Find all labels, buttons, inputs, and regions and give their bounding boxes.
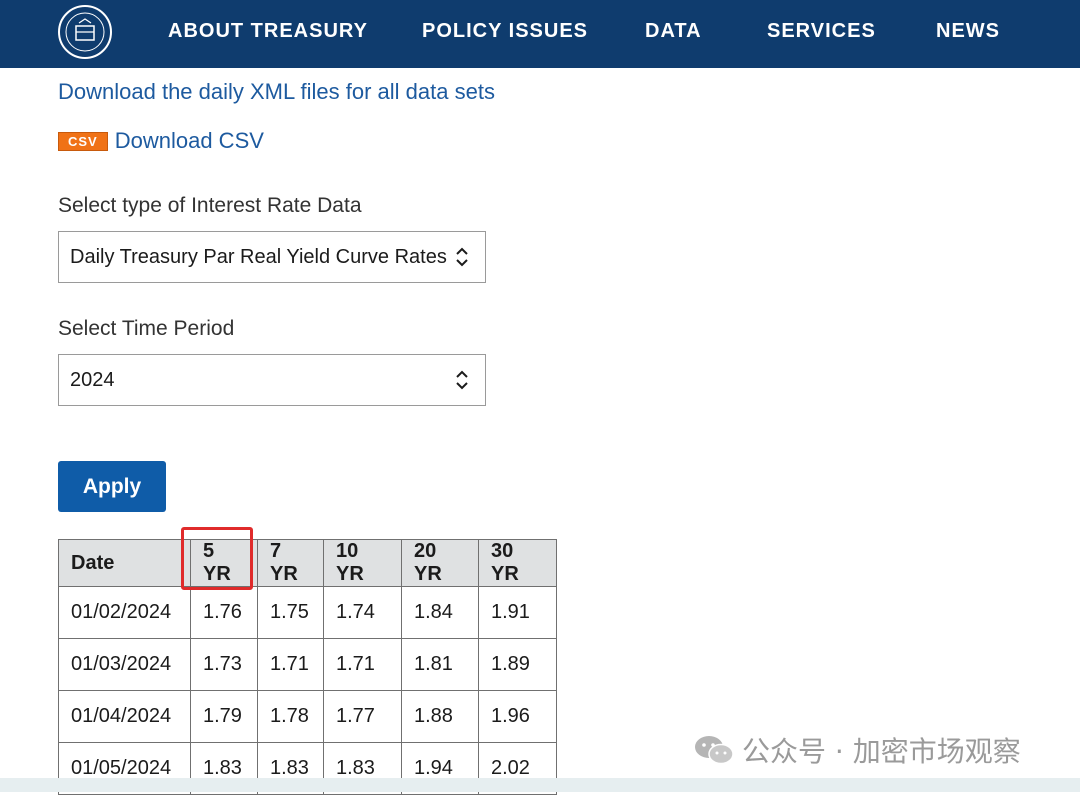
wechat-icon xyxy=(695,736,734,765)
cell-5yr: 1.79 xyxy=(190,690,258,743)
cell-30yr: 1.96 xyxy=(478,690,557,743)
csv-icon[interactable]: CSV xyxy=(58,131,108,151)
table-row: 01/03/2024 1.73 1.71 1.71 1.81 1.89 xyxy=(58,638,557,691)
cell-10yr: 1.77 xyxy=(323,690,402,743)
watermark: 公众号 · 加密市场观察 xyxy=(694,730,1021,770)
cell-7yr: 1.78 xyxy=(257,690,324,743)
nav-about-treasury[interactable]: ABOUT TREASURY xyxy=(168,20,368,43)
cell-5yr: 1.76 xyxy=(190,586,258,639)
download-xml-link[interactable]: Download the daily XML files for all dat… xyxy=(58,79,495,105)
cell-7yr: 1.71 xyxy=(257,638,324,691)
nav-data[interactable]: DATA xyxy=(645,20,702,43)
watermark-text: 公众号 · 加密市场观察 xyxy=(742,735,1021,768)
nav-news[interactable]: NEWS xyxy=(936,20,1000,43)
table-header-row: Date 5 YR 7 YR 10 YR 20 YR 30 YR xyxy=(58,539,557,587)
rate-type-label: Select type of Interest Rate Data xyxy=(58,194,362,217)
nav-services[interactable]: SERVICES xyxy=(767,20,876,43)
header-5yr[interactable]: 5 YR xyxy=(190,539,258,587)
up-down-chevron-icon xyxy=(456,247,468,267)
rate-type-select[interactable]: Daily Treasury Par Real Yield Curve Rate… xyxy=(58,231,486,283)
cell-date: 01/04/2024 xyxy=(58,690,191,743)
cell-7yr: 1.75 xyxy=(257,586,324,639)
table-row: 01/04/2024 1.79 1.78 1.77 1.88 1.96 xyxy=(58,690,557,743)
up-down-chevron-icon xyxy=(456,370,468,390)
cell-20yr: 1.88 xyxy=(401,690,479,743)
nav-policy-issues[interactable]: POLICY ISSUES xyxy=(422,20,588,43)
bottom-scroll-band xyxy=(0,778,1080,792)
time-period-select[interactable]: 2024 xyxy=(58,354,486,406)
cell-20yr: 1.84 xyxy=(401,586,479,639)
header-7yr[interactable]: 7 YR xyxy=(257,539,324,587)
cell-date: 01/02/2024 xyxy=(58,586,191,639)
yield-rates-table: Date 5 YR 7 YR 10 YR 20 YR 30 YR 01/02/2… xyxy=(58,539,557,795)
cell-5yr: 1.73 xyxy=(190,638,258,691)
time-period-value: 2024 xyxy=(70,368,115,391)
cell-30yr: 1.89 xyxy=(478,638,557,691)
download-csv-link[interactable]: Download CSV xyxy=(115,128,264,154)
time-period-label: Select Time Period xyxy=(58,317,235,340)
top-navigation: ABOUT TREASURY POLICY ISSUES DATA SERVIC… xyxy=(0,0,1080,68)
cell-20yr: 1.81 xyxy=(401,638,479,691)
header-10yr[interactable]: 10 YR xyxy=(323,539,402,587)
header-date[interactable]: Date xyxy=(58,539,191,587)
apply-button[interactable]: Apply xyxy=(58,461,166,512)
treasury-seal-icon[interactable] xyxy=(57,4,113,60)
csv-download-row: CSV Download CSV xyxy=(58,128,264,154)
table-row: 01/02/2024 1.76 1.75 1.74 1.84 1.91 xyxy=(58,586,557,639)
cell-date: 01/03/2024 xyxy=(58,638,191,691)
header-30yr[interactable]: 30 YR xyxy=(478,539,557,587)
rate-type-value: Daily Treasury Par Real Yield Curve Rate… xyxy=(70,245,447,268)
cell-30yr: 1.91 xyxy=(478,586,557,639)
cell-10yr: 1.74 xyxy=(323,586,402,639)
cell-10yr: 1.71 xyxy=(323,638,402,691)
header-20yr[interactable]: 20 YR xyxy=(401,539,479,587)
